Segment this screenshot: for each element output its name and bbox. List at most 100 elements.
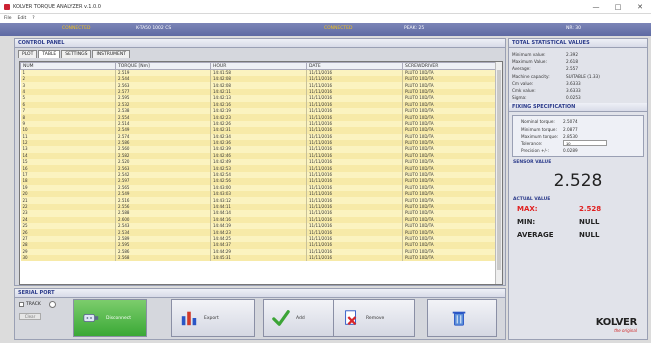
serial-port-panel: SERIAL PORT TRACK Clear Disconnect Expor… [14,288,506,340]
stat-row: Average: 2.557 [512,65,644,72]
column-header-screwdriver[interactable]: SCREWDRIVER [402,62,498,70]
fixing-row: Minimum torque: 2.0877 [515,126,641,133]
export-label: Export [204,315,219,321]
precision-value: 0.0289 [563,148,578,154]
control-panel-title: CONTROL PANEL [15,39,505,48]
actual-values: MAX: 2.528 MIN: NULL AVERAGE NULL [509,202,647,241]
scrollbar-thumb[interactable] [497,70,501,270]
table-cell: 14:45:31 [210,254,307,262]
kolver-logo: KOLVER the original [595,317,638,333]
statistics-panel: TOTAL STATISTICAL VALUES Minimum value: 2… [508,38,648,340]
table-scrollbar[interactable] [495,62,502,284]
maximize-button[interactable]: □ [607,0,629,14]
tolerance-row: Tolerance: [515,140,641,147]
fixing-label: Maximum torque: [521,133,559,139]
stat-row: Minimum value: 2.392 [512,51,644,58]
stat-value: SUITABLE (1.33) [566,73,600,79]
stat-row: Machine capacity: SUITABLE (1.33) [512,73,644,80]
actual-value: NULL [579,230,600,239]
fixing-row: Nominal torque: 2.5074 [515,118,641,125]
device-name: K-TA50 1002 CS [136,26,172,31]
track-radio[interactable] [48,301,56,308]
fixing-value: 2.5074 [563,119,578,125]
reading-count: NR: 30 [566,26,582,31]
disconnect-label: Disconnect [106,315,131,321]
stat-label: Average: [512,66,531,72]
tab-plot[interactable]: PLOT [18,50,38,58]
checkmark-icon [272,310,290,326]
bar-chart-icon [181,311,197,326]
trash-button[interactable] [427,299,497,337]
stat-row: Maximum Value: 2.618 [512,58,644,65]
actual-value: NULL [579,217,600,226]
tab-table[interactable]: TABLE [38,50,61,58]
stat-value: 2.618 [566,59,578,65]
menu-file[interactable]: File [4,16,12,21]
serial-plug-icon [83,313,99,323]
column-header-date[interactable]: DATE [306,62,403,70]
delete-doc-icon [345,310,357,326]
stat-value: 0.0253 [566,95,581,101]
sensor-value: 2.528 [553,171,603,192]
precision-label: Precision +/-: [521,148,549,154]
table-cell: PLUTO 10D/TA [402,254,498,262]
table-header: NUM TORQUE [Nm] HOUR DATE SCREWDRIVER [20,62,498,70]
window-controls: — □ ✕ [585,0,651,14]
trash-icon [452,311,466,326]
table-cell: 2.568 [115,254,211,262]
export-button[interactable]: Export [171,299,255,337]
stats-title: TOTAL STATISTICAL VALUES [509,39,647,48]
disconnect-button[interactable]: Disconnect [73,299,147,337]
tab-settings[interactable]: SETTINGS [61,50,92,58]
control-panel-tabs: PLOT TABLE SETTINGS INSTRUMENT [15,48,505,59]
stat-row: Sigma: 0.0253 [512,94,644,101]
menu-edit[interactable]: Edit [18,16,27,21]
minimize-button[interactable]: — [585,0,607,14]
column-header-hour[interactable]: HOUR [210,62,307,70]
table-cell: 11/11/2016 [306,254,403,262]
fixing-label: Minimum torque: [521,126,557,132]
table-row[interactable]: 30 2.568 14:45:31 11/11/2016 PLUTO 10D/TA [20,254,498,262]
fixing-label: Nominal torque: [521,119,555,125]
track-option: TRACK [19,301,56,308]
readings-table: NUM TORQUE [Nm] HOUR DATE SCREWDRIVER 12… [19,61,503,285]
stat-value: 3.6333 [566,88,581,94]
fixing-value: 2.0877 [563,126,578,132]
fixing-specification: Nominal torque: 2.5074 Minimum torque: 2.08… [512,115,644,158]
logo-brand: KOLVER [595,317,638,328]
stat-row: Cm value: 3.6333 [512,80,644,87]
app-icon [4,3,10,10]
close-button[interactable]: ✕ [629,0,651,14]
stat-row: Cmk value: 3.6333 [512,87,644,94]
fixing-title: FIXING SPECIFICATION [509,103,647,113]
stat-label: Minimum value: [512,52,546,58]
track-checkbox[interactable] [19,302,24,307]
precision-row: Precision +/-: 0.0289 [515,147,641,154]
connection-status: CONNECTED [62,26,91,31]
mode-status: CONNECTED [324,26,353,31]
menu-help[interactable]: ? [32,16,34,21]
column-header-num[interactable]: NUM [20,62,116,70]
remove-label: Remove [366,315,385,321]
stat-label: Machine capacity: [512,73,550,79]
remove-button[interactable]: Remove [333,299,415,337]
actual-row: AVERAGE NULL [509,228,647,241]
tolerance-label: Tolerance: [521,140,543,146]
table-cell: 30 [20,254,116,262]
stats-list: Minimum value: 2.392 Maximum Value: 2.618 Av… [512,51,644,101]
logo-tagline: the original [614,328,637,333]
column-header-torque[interactable]: TORQUE [Nm] [115,62,211,70]
actual-label: AVERAGE [517,230,554,239]
stat-label: Cmk value: [512,88,536,94]
tab-instrument[interactable]: INSTRUMENT [92,50,130,58]
serial-port-title: SERIAL PORT [15,289,505,298]
stat-label: Sigma: [512,95,527,101]
stat-value: 3.6333 [566,80,581,86]
window-title: KOLVER TORQUE ANALYZER v.1.0.0 [13,3,101,10]
fixing-value: 2.8530 [563,133,578,139]
actual-row: MAX: 2.528 [509,202,647,215]
tolerance-input[interactable] [563,140,607,147]
actual-label: MAX: [517,204,538,213]
peak-mode: PEAK: 25 [404,26,425,31]
clear-button[interactable]: Clear [19,313,41,320]
